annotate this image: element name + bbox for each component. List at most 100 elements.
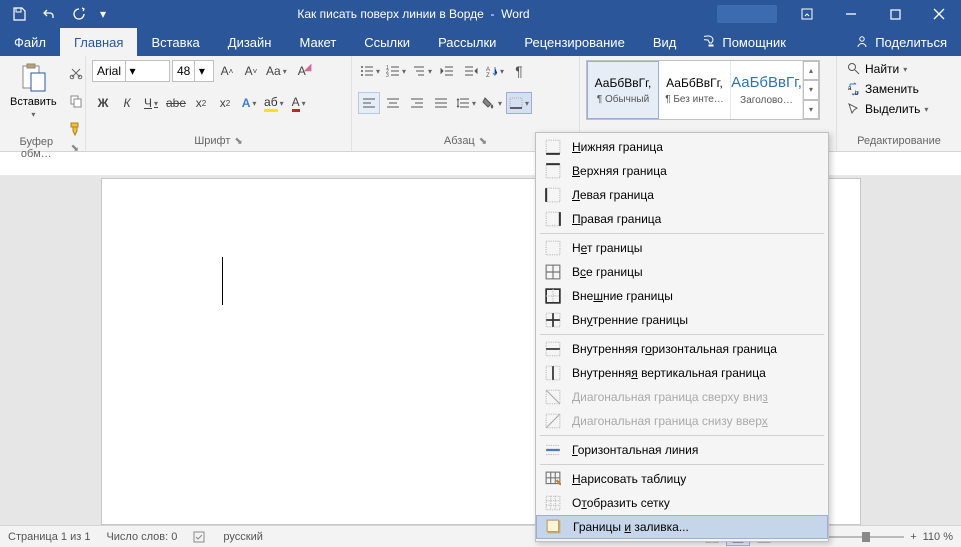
cut-button[interactable] <box>65 62 87 84</box>
border-menu-draw-table[interactable]: Нарисовать таблицу <box>536 467 828 491</box>
tell-me[interactable]: Помощник <box>690 28 800 56</box>
line-spacing[interactable] <box>454 92 478 114</box>
tab-review[interactable]: Рецензирование <box>510 28 638 56</box>
strike-button[interactable]: abe <box>164 92 188 114</box>
replace-button[interactable]: abЗаменить <box>843 80 932 98</box>
hline-icon <box>544 441 562 459</box>
font-launcher[interactable]: ⬊ <box>234 136 242 147</box>
tab-insert[interactable]: Вставка <box>137 28 213 56</box>
share-button[interactable]: Поделиться <box>841 28 961 56</box>
tab-mailings[interactable]: Рассылки <box>424 28 510 56</box>
italic-button[interactable]: К <box>116 92 138 114</box>
redo-button[interactable] <box>66 2 92 26</box>
tab-view[interactable]: Вид <box>639 28 691 56</box>
align-center[interactable] <box>382 92 404 114</box>
clipboard-launcher[interactable]: ⬊ <box>71 143 79 154</box>
border-menu-border-inner[interactable]: Внутренние границы <box>536 308 828 332</box>
font-name-combo[interactable]: Arial▾ <box>92 60 170 82</box>
font-color-button[interactable]: A <box>288 92 310 114</box>
menu-item-label: Левая граница <box>572 188 654 202</box>
group-clipboard-label: Буфер обм… <box>6 136 67 160</box>
increase-indent[interactable] <box>460 60 482 82</box>
border-menu-borders-shading[interactable]: Границы и заливка... <box>536 515 828 539</box>
maximize-button[interactable] <box>873 0 917 28</box>
group-font-label: Шрифт <box>194 135 230 147</box>
paste-button[interactable]: Вставить ▾ <box>6 60 61 121</box>
ribbon-display-options[interactable] <box>785 0 829 28</box>
align-right[interactable] <box>406 92 428 114</box>
sort-button[interactable]: AZ <box>484 60 506 82</box>
style-normal[interactable]: АаБбВвГг, ¶ Обычный <box>587 61 659 119</box>
border-menu-border-iv[interactable]: Внутренняя вертикальная граница <box>536 361 828 385</box>
close-button[interactable] <box>917 0 961 28</box>
style-no-spacing[interactable]: АаБбВвГг, ¶ Без инте… <box>659 61 731 119</box>
multilevel-button[interactable] <box>410 60 434 82</box>
select-button[interactable]: Выделить▾ <box>843 100 932 118</box>
menu-item-label: Все границы <box>572 265 643 279</box>
tab-design[interactable]: Дизайн <box>214 28 286 56</box>
tab-layout[interactable]: Макет <box>285 28 350 56</box>
bold-button[interactable]: Ж <box>92 92 114 114</box>
numbering-button[interactable]: 123 <box>384 60 408 82</box>
zoom-value[interactable]: 110 % <box>923 531 953 543</box>
show-marks[interactable]: ¶ <box>508 60 530 82</box>
paragraph-launcher[interactable]: ⬊ <box>479 136 487 147</box>
borders-button[interactable] <box>506 92 532 114</box>
border-menu-gridlines[interactable]: Отобразить сетку <box>536 491 828 515</box>
align-justify[interactable] <box>430 92 452 114</box>
text-effects[interactable]: A <box>238 92 260 114</box>
tab-file[interactable]: Файл <box>0 28 60 56</box>
border-menu-border-right[interactable]: Правая граница <box>536 207 828 231</box>
grow-font[interactable]: A˄ <box>216 60 238 82</box>
border-diag1-icon <box>544 388 562 406</box>
border-menu-border-diag2: Диагональная граница снизу вверх <box>536 409 828 433</box>
align-left[interactable] <box>358 92 380 114</box>
subscript-button[interactable]: x2 <box>190 92 212 114</box>
border-menu-border-none[interactable]: Нет границы <box>536 236 828 260</box>
save-button[interactable] <box>6 2 32 26</box>
border-menu-border-outer[interactable]: Внешние границы <box>536 284 828 308</box>
change-case[interactable]: Aa <box>264 60 289 82</box>
qat-customize[interactable]: ▾ <box>96 2 110 26</box>
shading-button[interactable] <box>480 92 504 114</box>
border-all-icon <box>544 263 562 281</box>
titlebar: ▾ Как писать поверх линии в Ворде - Word <box>0 0 961 28</box>
styles-scroll-down[interactable]: ▾ <box>803 80 819 99</box>
format-painter[interactable] <box>65 118 87 140</box>
clear-formatting[interactable]: A◢ <box>291 60 313 82</box>
status-page[interactable]: Страница 1 из 1 <box>8 531 90 543</box>
font-size-combo[interactable]: 48▾ <box>172 60 214 82</box>
status-language[interactable]: русский <box>223 531 262 543</box>
border-ih-icon <box>544 340 562 358</box>
bullets-button[interactable] <box>358 60 382 82</box>
decrease-indent[interactable] <box>436 60 458 82</box>
status-proofing-icon[interactable] <box>193 530 207 544</box>
status-wordcount[interactable]: Число слов: 0 <box>106 531 177 543</box>
menu-item-label: Внутренняя вертикальная граница <box>572 366 766 380</box>
tab-references[interactable]: Ссылки <box>350 28 424 56</box>
zoom-in[interactable]: + <box>910 531 916 543</box>
menu-item-label: Внутренние границы <box>572 313 688 327</box>
undo-button[interactable] <box>36 2 62 26</box>
superscript-button[interactable]: x2 <box>214 92 236 114</box>
window-title: Как писать поверх линии в Ворде - Word <box>110 7 717 21</box>
underline-button[interactable]: Ч <box>140 92 162 114</box>
styles-expand[interactable]: ▾ <box>803 100 819 119</box>
border-menu-border-all[interactable]: Все границы <box>536 260 828 284</box>
border-menu-border-top[interactable]: Верхняя граница <box>536 159 828 183</box>
border-menu-border-bottom[interactable]: Нижняя граница <box>536 135 828 159</box>
shrink-font[interactable]: A˅ <box>240 60 262 82</box>
minimize-button[interactable] <box>829 0 873 28</box>
border-none-icon <box>544 239 562 257</box>
find-button[interactable]: Найти▾ <box>843 60 932 78</box>
border-menu-border-left[interactable]: Левая граница <box>536 183 828 207</box>
menu-item-label: Нарисовать таблицу <box>572 472 686 486</box>
style-heading1[interactable]: АаБбВвГг, Заголово… <box>731 61 803 119</box>
tab-home[interactable]: Главная <box>60 28 137 56</box>
styles-scroll-up[interactable]: ▴ <box>803 61 819 80</box>
highlight-button[interactable]: aб <box>262 92 286 114</box>
copy-button[interactable] <box>65 90 87 112</box>
styles-gallery[interactable]: АаБбВвГг, ¶ Обычный АаБбВвГг, ¶ Без инте… <box>586 60 820 120</box>
border-menu-border-ih[interactable]: Внутренняя горизонтальная граница <box>536 337 828 361</box>
border-menu-hline[interactable]: Горизонтальная линия <box>536 438 828 462</box>
